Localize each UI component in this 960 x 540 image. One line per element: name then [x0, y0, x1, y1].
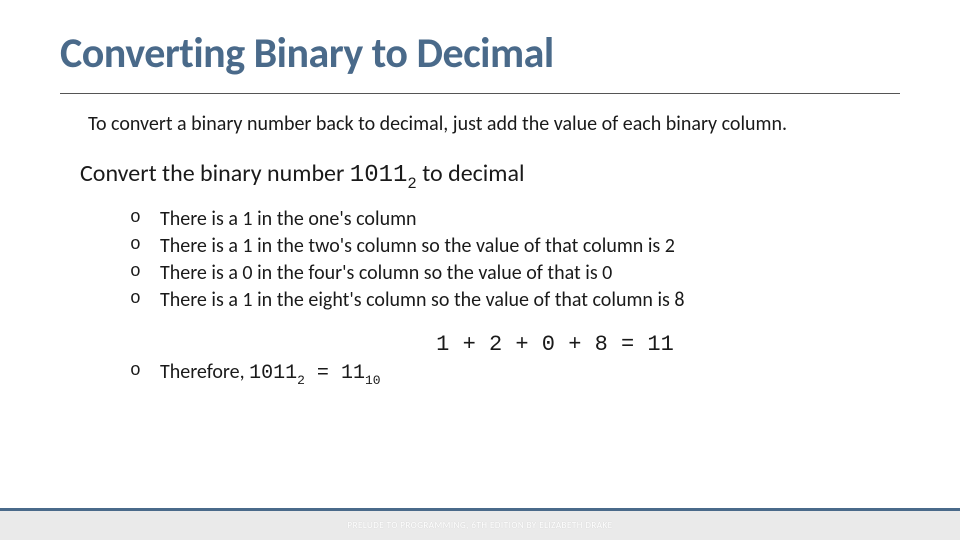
convert-base: 2: [407, 175, 416, 193]
slide-title: Converting Binary to Decimal: [60, 28, 900, 79]
therefore-lhs: 1011: [249, 362, 297, 385]
list-item: There is a 1 in the eight's column so th…: [130, 287, 900, 314]
list-item: There is a 1 in the two's column so the …: [130, 233, 900, 260]
slide: Converting Binary to Decimal To convert …: [0, 0, 960, 540]
convert-binary: 1011: [350, 162, 408, 189]
equation: 1 + 2 + 0 + 8 = 11: [210, 332, 900, 357]
convert-line: Convert the binary number 10112 to decim…: [80, 159, 900, 192]
list-item: There is a 1 in the one's column: [130, 206, 900, 233]
therefore-lhs-base: 2: [297, 373, 305, 388]
list-item: There is a 0 in the four's column so the…: [130, 260, 900, 287]
footer-text: PRELUDE TO PROGRAMMING, 6TH EDITION BY E…: [347, 520, 612, 531]
therefore-prefix: Therefore,: [160, 360, 249, 384]
title-rule: [60, 93, 900, 94]
bullet-list: There is a 1 in the one's column There i…: [130, 206, 900, 314]
intro-text: To convert a binary number back to decim…: [88, 112, 900, 137]
therefore-item: Therefore, 10112 = 1110: [130, 359, 900, 389]
therefore-list: Therefore, 10112 = 1110: [130, 359, 900, 389]
convert-suffix: to decimal: [417, 159, 525, 188]
therefore-rhs: 11: [341, 362, 365, 385]
therefore-rhs-base: 10: [365, 373, 381, 388]
footer-bar: PRELUDE TO PROGRAMMING, 6TH EDITION BY E…: [0, 508, 960, 540]
convert-prefix: Convert the binary number: [80, 159, 350, 188]
therefore-eq: =: [305, 362, 341, 385]
